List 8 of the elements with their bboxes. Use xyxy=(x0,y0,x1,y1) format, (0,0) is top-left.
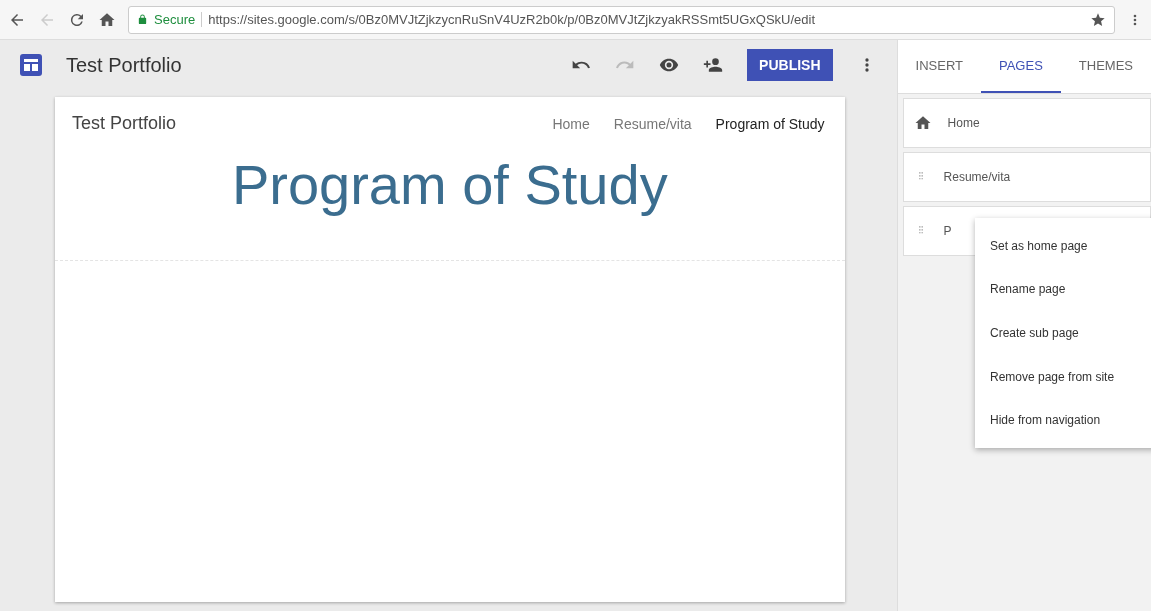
url-text: https://sites.google.com/s/0Bz0MVJtZjkzycnRuSnV4UzR2b0k/p/0Bz0MVJtZjkzyakRSSmt5UGxQSkU/edit xyxy=(208,12,817,27)
page-label: P xyxy=(943,224,952,238)
page-heading: Program of Study xyxy=(230,152,669,217)
page-label: Resume/vita xyxy=(943,170,1011,184)
secure-label: Secure xyxy=(154,12,203,27)
site-name: Test Portfolio xyxy=(72,113,178,134)
site-title: Test Portfolio xyxy=(66,53,183,77)
page-label: Home xyxy=(947,116,980,130)
